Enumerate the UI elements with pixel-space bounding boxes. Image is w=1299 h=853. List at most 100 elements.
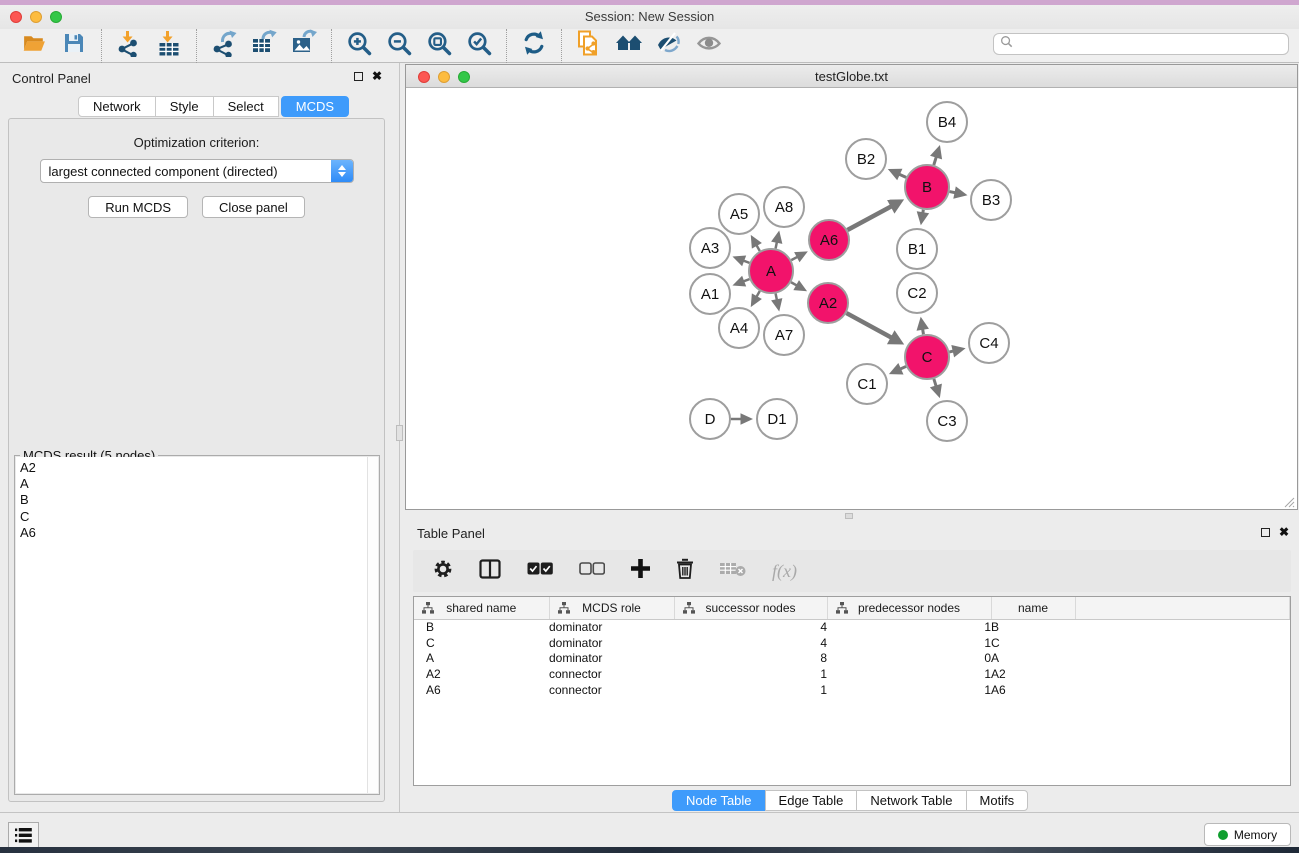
network-window-titlebar[interactable]: testGlobe.txt	[406, 65, 1297, 88]
table-cell[interactable]: A	[414, 650, 549, 666]
refresh-button[interactable]	[514, 30, 554, 62]
node-D1[interactable]: D1	[757, 399, 797, 439]
node-B2[interactable]: B2	[846, 139, 886, 179]
mcds-result-list[interactable]: A2ABCA6	[16, 457, 378, 793]
table-cell[interactable]: C	[414, 635, 549, 651]
table-cell[interactable]: A6	[414, 682, 549, 698]
mcds-result-item[interactable]: B	[16, 492, 378, 508]
resize-grip-icon[interactable]	[1283, 495, 1295, 507]
zoom-in-button[interactable]	[339, 30, 379, 62]
edge-A6-B[interactable]	[847, 204, 894, 230]
node-A1[interactable]: A1	[690, 274, 730, 314]
node-A7[interactable]: A7	[764, 315, 804, 355]
close-panel-button[interactable]: Close panel	[202, 196, 305, 218]
network-canvas[interactable]: B4 B2 B B3 A5A8A6 B1 A3 A A1 C2 A2 A4A7 C C4 C1 C3 D D1	[406, 89, 1297, 509]
node-C[interactable]: C	[905, 335, 949, 379]
node-A3[interactable]: A3	[690, 228, 730, 268]
table-cell[interactable]: 0	[827, 650, 991, 666]
table-cell[interactable]: dominator	[549, 619, 674, 635]
node-A[interactable]: A	[749, 249, 793, 293]
select-all-checkboxes-icon[interactable]	[527, 562, 553, 580]
search-input[interactable]	[1013, 37, 1288, 51]
run-mcds-button[interactable]: Run MCDS	[88, 196, 188, 218]
mcds-result-item[interactable]: A6	[16, 525, 378, 541]
hide-selected-button[interactable]	[649, 30, 689, 62]
control-tab-mcds[interactable]: MCDS	[281, 96, 349, 117]
show-hidden-button[interactable]	[689, 30, 729, 62]
table-tab-node-table[interactable]: Node Table	[672, 790, 766, 811]
node-C1[interactable]: C1	[847, 364, 887, 404]
column-header-predecessor-nodes[interactable]: predecessor nodes	[827, 597, 991, 619]
open-session-button[interactable]	[14, 30, 54, 62]
node-A6[interactable]: A6	[809, 220, 849, 260]
table-tab-edge-table[interactable]: Edge Table	[765, 790, 858, 811]
table-cell[interactable]: 1	[674, 682, 827, 698]
node-B3[interactable]: B3	[971, 180, 1011, 220]
node-D[interactable]: D	[690, 399, 730, 439]
mcds-result-item[interactable]: A	[16, 476, 378, 492]
add-column-icon[interactable]	[631, 559, 650, 583]
export-network-button[interactable]	[204, 30, 244, 62]
node-A8[interactable]: A8	[764, 187, 804, 227]
node-A2[interactable]: A2	[808, 283, 848, 323]
table-tab-motifs[interactable]: Motifs	[966, 790, 1029, 811]
column-header-name[interactable]: name	[991, 597, 1075, 619]
node-C2[interactable]: C2	[897, 273, 937, 313]
vertical-split-handle[interactable]	[396, 425, 403, 441]
table-cell[interactable]: 8	[674, 650, 827, 666]
table-cell[interactable]: 1	[827, 619, 991, 635]
export-table-button[interactable]	[244, 30, 284, 62]
save-session-button[interactable]	[54, 30, 94, 62]
table-row[interactable]: A6connector11A6	[414, 682, 1290, 698]
node-B4[interactable]: B4	[927, 102, 967, 142]
table-cell[interactable]: B	[991, 619, 1075, 635]
table-row[interactable]: Adominator80A	[414, 650, 1290, 666]
table-row[interactable]: A2connector11A2	[414, 666, 1290, 682]
table-cell[interactable]: connector	[549, 666, 674, 682]
node-C4[interactable]: C4	[969, 323, 1009, 363]
node-A4[interactable]: A4	[719, 308, 759, 348]
memory-button[interactable]: Memory	[1204, 823, 1291, 846]
table-cell[interactable]: B	[414, 619, 549, 635]
table-cell[interactable]: 1	[827, 666, 991, 682]
column-header-shared-name[interactable]: shared name	[414, 597, 549, 619]
table-cell[interactable]: A	[991, 650, 1075, 666]
table-cell[interactable]: connector	[549, 682, 674, 698]
settings-gear-icon[interactable]	[433, 559, 453, 584]
table-cell[interactable]: A2	[991, 666, 1075, 682]
node-C3[interactable]: C3	[927, 401, 967, 441]
export-image-button[interactable]	[284, 30, 324, 62]
table-cell[interactable]: 1	[674, 666, 827, 682]
control-tab-network[interactable]: Network	[78, 96, 156, 117]
node-table[interactable]: shared nameMCDS rolesuccessor nodesprede…	[413, 596, 1291, 786]
table-row[interactable]: Cdominator41C	[414, 635, 1290, 651]
node-B1[interactable]: B1	[897, 229, 937, 269]
table-row[interactable]: Bdominator41B	[414, 619, 1290, 635]
mcds-result-item[interactable]: C	[16, 509, 378, 525]
table-cell[interactable]: A2	[414, 666, 549, 682]
new-network-from-selection-button[interactable]	[569, 30, 609, 62]
split-view-icon[interactable]	[479, 559, 501, 584]
list-scrollbar[interactable]	[367, 457, 378, 793]
table-cell[interactable]: 1	[827, 682, 991, 698]
table-cell[interactable]: C	[991, 635, 1075, 651]
table-cell[interactable]: dominator	[549, 635, 674, 651]
float-table-panel-icon[interactable]	[1261, 528, 1270, 537]
criterion-dropdown[interactable]: largest connected component (directed)	[40, 159, 354, 183]
float-panel-icon[interactable]	[354, 72, 363, 81]
import-network-button[interactable]	[109, 30, 149, 62]
table-cell[interactable]: A6	[991, 682, 1075, 698]
column-header-successor-nodes[interactable]: successor nodes	[674, 597, 827, 619]
node-B[interactable]: B	[905, 165, 949, 209]
mcds-result-item[interactable]: A2	[16, 460, 378, 476]
first-neighbors-button[interactable]	[609, 30, 649, 62]
table-cell[interactable]: 1	[827, 635, 991, 651]
node-A5[interactable]: A5	[719, 194, 759, 234]
horizontal-split-handle[interactable]	[845, 513, 853, 519]
zoom-selected-button[interactable]	[459, 30, 499, 62]
close-table-panel-icon[interactable]: ✖	[1279, 527, 1289, 537]
zoom-out-button[interactable]	[379, 30, 419, 62]
import-table-button[interactable]	[149, 30, 189, 62]
control-tab-style[interactable]: Style	[155, 96, 214, 117]
table-cell[interactable]: 4	[674, 619, 827, 635]
